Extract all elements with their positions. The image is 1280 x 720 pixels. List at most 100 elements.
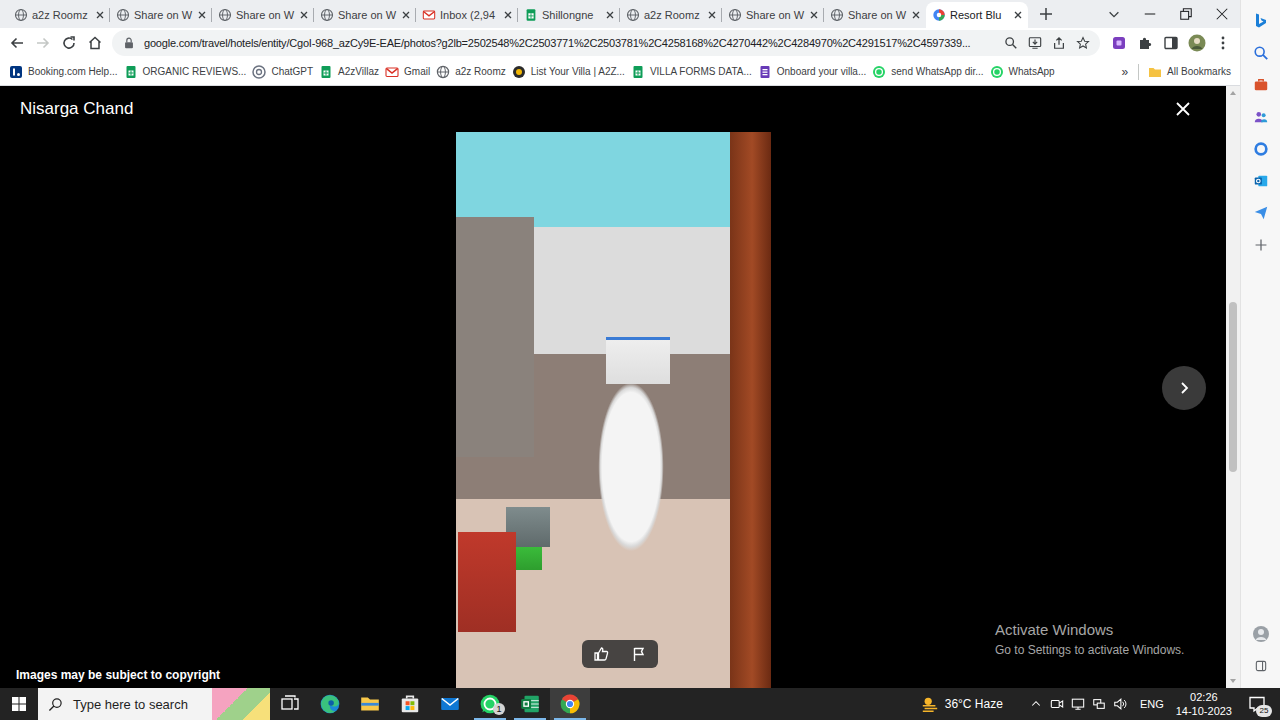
star-icon	[1076, 36, 1090, 50]
show-hidden-icons-button[interactable]	[1027, 692, 1046, 716]
extensions-menu-button[interactable]	[1132, 30, 1158, 56]
scroll-down-icon[interactable]	[1226, 674, 1240, 688]
all-bookmarks-button[interactable]: All Bookmarks	[1145, 62, 1234, 82]
network-button[interactable]	[1090, 692, 1109, 716]
tools-button[interactable]	[1245, 69, 1277, 101]
bookmark[interactable]: ChatGPT	[249, 62, 316, 82]
more-bookmarks-button[interactable]: »	[1117, 65, 1132, 79]
close-icon	[1215, 7, 1229, 21]
taskbar-app[interactable]	[270, 688, 310, 720]
menu-button[interactable]	[1210, 30, 1236, 56]
notifications-button[interactable]: 25	[1242, 688, 1272, 720]
input-language[interactable]: ENG	[1138, 698, 1166, 710]
bookmark-star-button[interactable]	[1072, 32, 1094, 54]
extension-button[interactable]	[1106, 30, 1132, 56]
taskbar-app[interactable]	[390, 688, 430, 720]
taskbar-app[interactable]	[510, 688, 550, 720]
bookmark[interactable]: A2zVillaz	[316, 62, 382, 82]
taskbar-app[interactable]	[310, 688, 350, 720]
tab[interactable]: Share on W	[110, 2, 212, 28]
profile-button[interactable]	[1184, 30, 1210, 56]
tab-label: Inbox (2,94	[440, 9, 498, 21]
search-button[interactable]	[1245, 37, 1277, 69]
account-button[interactable]	[1245, 618, 1277, 650]
tab[interactable]: Inbox (2,94	[416, 2, 518, 28]
share-button[interactable]	[1048, 32, 1070, 54]
tab[interactable]: Resort Blu	[926, 2, 1028, 28]
new-tab-button[interactable]	[1034, 2, 1058, 26]
zoom-button[interactable]	[1000, 32, 1022, 54]
home-button[interactable]	[82, 30, 108, 56]
taskbar-app[interactable]	[350, 688, 390, 720]
tab[interactable]: a2z Roomz	[8, 2, 110, 28]
bookmark[interactable]: Gmail	[382, 62, 433, 82]
close-icon[interactable]	[94, 9, 106, 21]
bookmark[interactable]: VILLA FORMS DATA...	[628, 62, 755, 82]
drop-button[interactable]	[1245, 197, 1277, 229]
close-icon[interactable]	[502, 9, 514, 21]
close-icon[interactable]	[808, 9, 820, 21]
bookmark[interactable]: send WhatsApp dir...	[869, 62, 986, 82]
report-button[interactable]	[627, 642, 651, 666]
outlook-button[interactable]	[1245, 165, 1277, 197]
bookmark[interactable]: a2z Roomz	[433, 62, 509, 82]
download-icon	[1028, 36, 1042, 50]
tab[interactable]: Share on W	[212, 2, 314, 28]
search-highlight-picture[interactable]	[212, 688, 270, 720]
bookmark[interactable]: List Your Villa | A2Z...	[509, 62, 628, 82]
taskbar-app[interactable]	[430, 688, 470, 720]
drive-button[interactable]	[1069, 692, 1088, 716]
bookmark[interactable]: Booking.com Help...	[6, 62, 121, 82]
reload-button[interactable]	[56, 30, 82, 56]
side-panel-button[interactable]	[1158, 30, 1184, 56]
scroll-up-icon[interactable]	[1226, 86, 1240, 100]
install-button[interactable]	[1024, 32, 1046, 54]
bookmark[interactable]: ORGANIC REVIEWS...	[121, 62, 250, 82]
close-icon[interactable]	[1012, 9, 1024, 21]
weather-widget[interactable]: 36°C Haze	[921, 695, 1003, 713]
restore-button[interactable]	[1168, 0, 1204, 28]
start-button[interactable]	[0, 688, 38, 720]
close-icon[interactable]	[706, 9, 718, 21]
url-text[interactable]: google.com/travel/hotels/entity/CgoI-968…	[144, 37, 1000, 49]
like-button[interactable]	[589, 642, 613, 666]
add-button[interactable]	[1245, 229, 1277, 261]
tab-label: Shillongne	[542, 9, 600, 21]
close-viewer-button[interactable]	[1171, 97, 1195, 121]
meet-now-button[interactable]	[1048, 692, 1067, 716]
bing-button[interactable]	[1245, 5, 1277, 37]
lock-icon[interactable]	[122, 36, 136, 50]
sidebar-settings-button[interactable]	[1245, 650, 1277, 682]
back-button[interactable]	[4, 30, 30, 56]
taskbar-app[interactable]: 1	[470, 688, 510, 720]
volume-button[interactable]	[1111, 692, 1130, 716]
close-icon[interactable]	[910, 9, 922, 21]
close-icon[interactable]	[298, 9, 310, 21]
microsoft-365-button[interactable]	[1245, 133, 1277, 165]
tab[interactable]: Share on W	[722, 2, 824, 28]
address-bar[interactable]: google.com/travel/hotels/entity/CgoI-968…	[112, 30, 1100, 56]
tab[interactable]: Share on W	[824, 2, 926, 28]
bookmark[interactable]: WhatsApp	[987, 62, 1058, 82]
bookmark[interactable]: Onboard your villa...	[755, 62, 870, 82]
tab-label: a2z Roomz	[644, 9, 702, 21]
clock[interactable]: 02:2614-10-2023	[1174, 690, 1234, 718]
games-button[interactable]	[1245, 101, 1277, 133]
forward-button[interactable]	[30, 30, 56, 56]
taskbar-app[interactable]	[550, 688, 590, 720]
scrollbar[interactable]	[1226, 86, 1240, 688]
scrollbar-track[interactable]	[1226, 100, 1240, 674]
close-window-button[interactable]	[1204, 0, 1240, 28]
tab[interactable]: Share on W	[314, 2, 416, 28]
close-icon[interactable]	[196, 9, 208, 21]
search-box[interactable]: Type here to search	[38, 688, 270, 720]
close-icon[interactable]	[604, 9, 616, 21]
close-icon[interactable]	[400, 9, 412, 21]
tab[interactable]: a2z Roomz	[620, 2, 722, 28]
tab[interactable]: Shillongne	[518, 2, 620, 28]
tab-search-button[interactable]	[1096, 0, 1132, 28]
next-photo-button[interactable]	[1162, 366, 1206, 410]
ring-icon	[1253, 141, 1269, 157]
scrollbar-thumb[interactable]	[1229, 302, 1237, 472]
minimize-button[interactable]	[1132, 0, 1168, 28]
